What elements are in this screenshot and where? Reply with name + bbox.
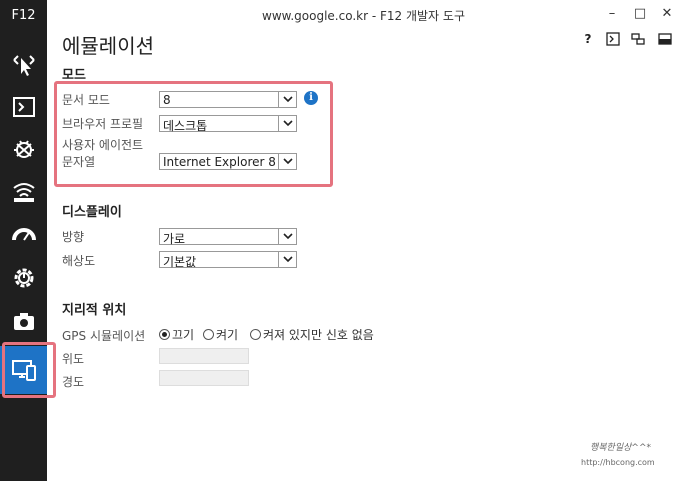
minimize-button[interactable]: –: [601, 4, 623, 22]
longitude-input[interactable]: [159, 370, 249, 386]
resolution-value: 기본값: [163, 255, 197, 269]
info-icon[interactable]: i: [304, 91, 318, 105]
bug-icon: [13, 140, 34, 158]
console-icon: [12, 97, 35, 117]
dom-explorer-icon: [12, 55, 35, 76]
maximize-button[interactable]: □: [629, 4, 651, 22]
watermark-text: 행복한일상^^*: [590, 443, 651, 453]
browser-profile-label: 브라우저 프로필: [62, 117, 144, 131]
console-toggle-button[interactable]: [603, 30, 623, 48]
camera-icon: [13, 313, 34, 330]
user-agent-select[interactable]: Internet Explorer 8: [159, 153, 297, 170]
watermark-url: http://hbcong.com: [581, 458, 655, 467]
radio-unselected[interactable]: [203, 329, 214, 340]
console-icon: [606, 32, 620, 46]
document-mode-select[interactable]: 8: [159, 91, 297, 108]
tool-rail: F12: [0, 0, 47, 481]
title-bar: www.google.co.kr - F12 개발자 도구 – □ ✕: [47, 0, 680, 28]
radio-selected[interactable]: [159, 329, 170, 340]
gauge-icon: [11, 228, 36, 241]
document-mode-label: 문서 모드: [62, 93, 110, 107]
rail-item-debugger[interactable]: [0, 130, 47, 168]
rail-item-console[interactable]: [0, 88, 47, 126]
gps-option-on-label: 켜기: [216, 328, 239, 342]
close-button[interactable]: ✕: [656, 4, 678, 22]
document-mode-value: 8: [163, 93, 171, 107]
user-agent-value: Internet Explorer 8: [163, 155, 276, 169]
resolution-label: 해상도: [62, 254, 96, 268]
chevron-down-icon: [278, 229, 296, 244]
chevron-down-icon: [278, 154, 296, 169]
longitude-label: 경도: [62, 375, 85, 389]
geo-section-title: 지리적 위치: [62, 303, 127, 318]
rail-item-dom-explorer[interactable]: [0, 46, 47, 84]
window-title: www.google.co.kr - F12 개발자 도구: [262, 9, 465, 23]
browser-profile-value: 데스크톱: [163, 119, 208, 133]
gps-option-on[interactable]: 켜기: [203, 326, 238, 343]
page-title: 에뮬레이션: [62, 34, 154, 58]
browser-profile-select[interactable]: 데스크톱: [159, 115, 297, 133]
chevron-down-icon: [278, 116, 296, 131]
gps-option-off[interactable]: 끄기: [159, 326, 194, 343]
dock-icon: [658, 33, 672, 45]
rail-item-memory[interactable]: [0, 302, 47, 340]
chevron-down-icon: [278, 92, 296, 107]
gps-option-off-label: 끄기: [172, 328, 195, 342]
radio-unselected[interactable]: [250, 329, 261, 340]
wifi-icon: [12, 183, 35, 202]
orientation-label: 방향: [62, 230, 85, 244]
gear-timer-icon: [14, 268, 33, 288]
latitude-input[interactable]: [159, 348, 249, 364]
help-button[interactable]: ?: [578, 30, 598, 48]
rail-item-profiler[interactable]: [0, 258, 47, 296]
display-section-title: 디스플레이: [62, 205, 122, 220]
gps-option-no-signal-label: 켜져 있지만 신호 없음: [263, 328, 374, 342]
chevron-down-icon: [278, 252, 296, 267]
pin-button[interactable]: [628, 30, 648, 48]
rail-item-network[interactable]: [0, 172, 47, 210]
emulation-highlight: [2, 342, 56, 398]
resolution-select[interactable]: 기본값: [159, 251, 297, 269]
f12-label: F12: [11, 8, 36, 23]
gps-option-no-signal[interactable]: 켜져 있지만 신호 없음: [250, 326, 374, 343]
dock-button[interactable]: [655, 30, 675, 48]
user-agent-label-line1: 사용자 에이전트: [62, 138, 144, 152]
user-agent-label-line2: 문자열: [62, 155, 96, 169]
pin-icon: [631, 33, 645, 45]
gps-label: GPS 시뮬레이션: [62, 329, 146, 343]
latitude-label: 위도: [62, 352, 85, 366]
rail-item-ui-responsiveness[interactable]: [0, 214, 47, 252]
orientation-select[interactable]: 가로: [159, 228, 297, 246]
orientation-value: 가로: [163, 232, 186, 246]
